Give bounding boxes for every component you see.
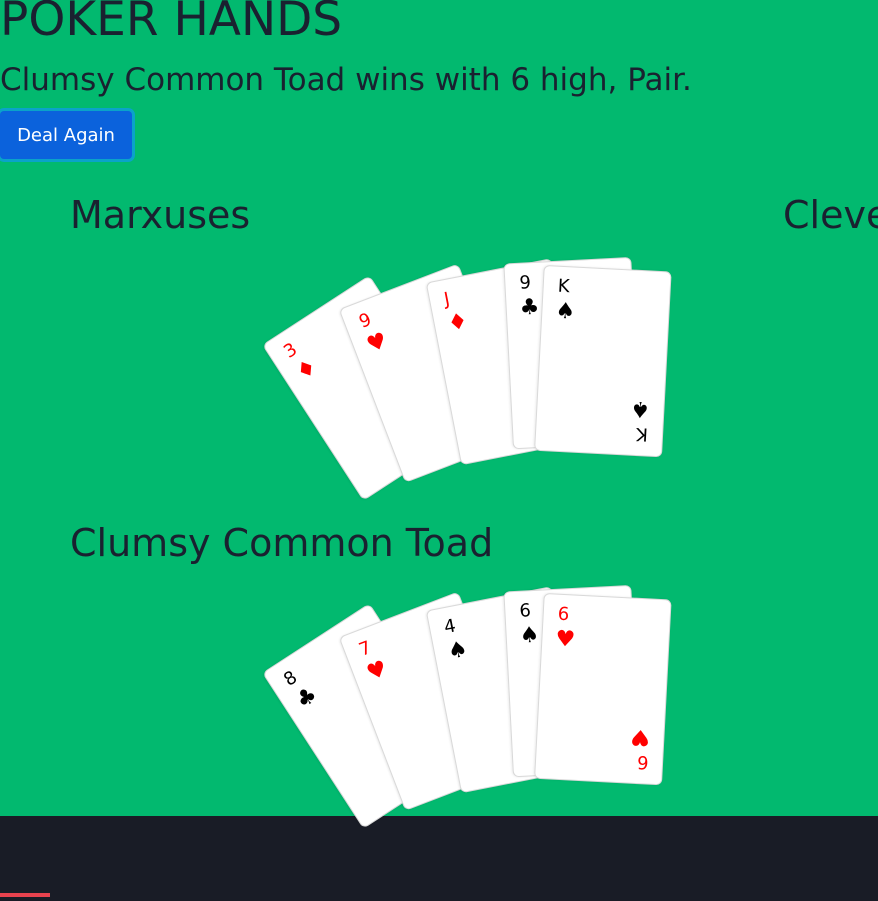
card-rank: 9 — [356, 309, 375, 333]
card-rank: 7 — [356, 637, 375, 661]
player-name-marxuses: Marxuses — [70, 193, 251, 237]
footer-accent-bar — [0, 893, 50, 897]
hand-marxuses: 3 ♦ 9 ♥ J ♦ 9 ♣ K ♠ ♠ K — [262, 244, 700, 501]
result-message: Clumsy Common Toad wins with 6 high, Pai… — [0, 62, 692, 98]
hearts-icon: ♥ — [630, 723, 652, 750]
spades-icon: ♠ — [445, 636, 470, 665]
card-rank: K — [557, 275, 571, 298]
card-rank: 6 — [557, 603, 570, 626]
player-name-clumsy-common-toad: Clumsy Common Toad — [70, 521, 494, 565]
spades-icon: ♠ — [554, 298, 576, 325]
spades-icon: ♠ — [519, 622, 541, 649]
footer — [0, 816, 878, 901]
playing-card: K ♠ ♠ K — [534, 264, 672, 458]
card-rank: K — [635, 422, 649, 445]
card-rank: J — [442, 288, 452, 311]
hearts-icon: ♥ — [363, 656, 391, 687]
page-title: POKER HANDS — [0, 0, 343, 47]
clubs-icon: ♣ — [291, 682, 322, 714]
spades-icon: ♠ — [630, 395, 652, 422]
card-rank: 4 — [442, 615, 458, 639]
hearts-icon: ♥ — [363, 328, 391, 359]
diamonds-icon: ♦ — [445, 308, 470, 337]
playing-card: 6 ♥ ♥ 6 — [534, 592, 672, 786]
hearts-icon: ♥ — [554, 626, 576, 653]
deal-again-button[interactable]: Deal Again — [0, 111, 132, 159]
player-name-cleve: Cleve — [783, 193, 878, 237]
clubs-icon: ♣ — [519, 294, 541, 321]
hand-clumsy-common-toad: 8 ♣ 7 ♥ 4 ♠ 6 ♠ 6 ♥ ♥ 6 — [262, 572, 700, 829]
card-rank: 6 — [636, 751, 649, 773]
card-rank: 6 — [518, 600, 532, 622]
card-rank: 9 — [518, 272, 532, 294]
diamonds-icon: ♦ — [291, 354, 322, 386]
